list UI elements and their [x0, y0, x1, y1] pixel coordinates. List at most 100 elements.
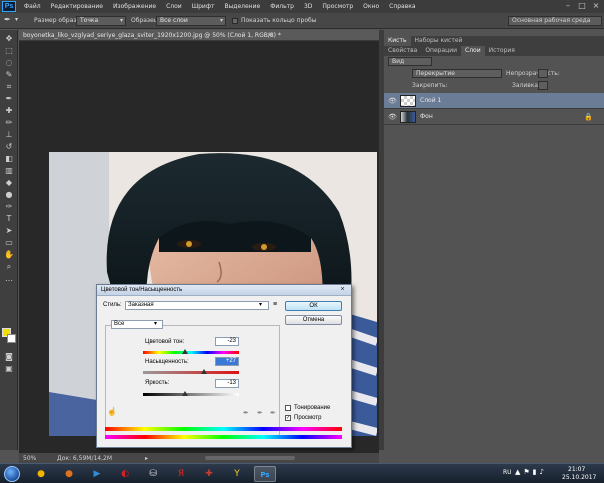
eye-icon[interactable]: 👁 — [388, 113, 397, 121]
menu-3d[interactable]: 3D — [299, 3, 317, 10]
layer-filter-select[interactable]: Вид — [388, 57, 432, 66]
app-7-taskbar-icon[interactable]: ✚ — [198, 466, 220, 482]
screen-mode-icon[interactable]: ▣ — [3, 364, 15, 374]
hand-tool-icon[interactable]: ✋ — [3, 250, 15, 260]
menu-window[interactable]: Окно — [358, 3, 384, 10]
hue-slider-thumb[interactable] — [181, 349, 188, 354]
tool-preset-chevron-icon[interactable]: ▾ — [15, 16, 18, 23]
eyedropper-minus-icon[interactable]: ✒ — [270, 409, 276, 417]
tab-actions[interactable]: Операции — [421, 46, 461, 56]
move-tool-icon[interactable]: ✥ — [3, 34, 15, 44]
preview-checkbox[interactable]: ✓ — [285, 415, 291, 421]
saturation-field[interactable]: +27 — [215, 357, 239, 366]
hue-slider-track[interactable] — [143, 351, 239, 354]
menu-help[interactable]: Справка — [384, 3, 420, 10]
document-tab[interactable]: boyonetka_liko_vzglyad_seriye_glaza_svit… — [19, 30, 379, 41]
menu-type[interactable]: Шрифт — [187, 3, 220, 10]
workspace-select[interactable]: Основная рабочая среда — [508, 16, 602, 26]
minimize-icon[interactable]: – — [562, 1, 574, 11]
menu-layer[interactable]: Слои — [161, 3, 187, 10]
preset-chevron-icon[interactable]: ▾ — [259, 301, 262, 308]
quick-mask-icon[interactable]: ◙ — [3, 352, 15, 362]
eyedropper-tool-icon[interactable]: ✒ — [4, 15, 11, 24]
type-tool-icon[interactable]: T — [3, 214, 15, 224]
fill-field[interactable] — [538, 81, 548, 90]
layer-row[interactable]: 👁 Слой 1 — [384, 93, 604, 109]
path-select-tool-icon[interactable]: ➤ — [3, 226, 15, 236]
menu-edit[interactable]: Редактирование — [46, 3, 108, 10]
opera-taskbar-icon[interactable]: ◐ — [114, 466, 136, 482]
eyedropper-tool-icon[interactable]: ✒ — [3, 94, 15, 104]
history-brush-tool-icon[interactable]: ↺ — [3, 142, 15, 152]
gradient-tool-icon[interactable]: ▥ — [3, 166, 15, 176]
input-language[interactable]: RU — [503, 469, 512, 476]
menu-image[interactable]: Изображение — [108, 3, 161, 10]
saturation-slider-thumb[interactable] — [200, 369, 207, 374]
colorize-checkbox[interactable] — [285, 405, 291, 411]
chrome-taskbar-icon[interactable]: ● — [30, 466, 52, 482]
zoom-level[interactable]: 50% — [23, 455, 36, 462]
close-document-icon[interactable]: × — [267, 31, 273, 39]
dialog-close-icon[interactable]: × — [337, 286, 348, 294]
menu-file[interactable]: Файл — [19, 3, 46, 10]
blur-tool-icon[interactable]: ◆ — [3, 178, 15, 188]
pen-tool-icon[interactable]: ✑ — [3, 202, 15, 212]
yandex-taskbar-icon[interactable]: Y — [226, 466, 248, 482]
tray-icons[interactable]: ▲⚑▮♪ — [515, 468, 547, 476]
eraser-tool-icon[interactable]: ◧ — [3, 154, 15, 164]
saturation-slider-track[interactable] — [143, 371, 239, 374]
preset-select[interactable]: Заказная — [125, 301, 269, 310]
on-image-adjust-hand-icon[interactable]: ☝ — [107, 407, 117, 416]
sample-size-select[interactable]: Точка — [76, 16, 126, 26]
maximize-icon[interactable]: □ — [576, 1, 588, 11]
eyedropper-icon[interactable]: ✒ — [243, 409, 249, 417]
eyedropper-plus-icon[interactable]: ✒ — [257, 409, 263, 417]
media-player-taskbar-icon[interactable]: ▶ — [86, 466, 108, 482]
lightness-slider-track[interactable] — [143, 393, 239, 396]
yandex-browser-taskbar-icon[interactable]: Я — [170, 466, 192, 482]
lasso-tool-icon[interactable]: ◌ — [3, 58, 15, 68]
layer-name[interactable]: Фон — [420, 113, 433, 120]
cancel-button[interactable]: Отмена — [285, 315, 342, 325]
show-ring-checkbox[interactable] — [232, 18, 238, 24]
clock-time[interactable]: 21:07 — [568, 466, 585, 473]
tab-history[interactable]: История — [485, 46, 519, 56]
status-menu-icon[interactable]: ▸ — [145, 455, 148, 462]
hue-field[interactable]: -23 — [215, 337, 239, 346]
horizontal-scrollbar[interactable] — [205, 456, 295, 460]
edit-toolbar-icon[interactable]: … — [3, 274, 15, 284]
quick-select-tool-icon[interactable]: ✎ — [3, 70, 15, 80]
blend-mode-select[interactable]: Перекрытие — [412, 69, 502, 78]
brush-tool-icon[interactable]: ✏ — [3, 118, 15, 128]
lightness-field[interactable]: -13 — [215, 379, 239, 388]
background-color-swatch[interactable] — [7, 334, 16, 343]
yandex-disk-taskbar-icon[interactable]: ⛁ — [142, 466, 164, 482]
opacity-field[interactable] — [538, 69, 548, 78]
start-button[interactable] — [4, 466, 20, 482]
tab-brush-presets[interactable]: Наборы кистей — [411, 36, 467, 46]
close-icon[interactable]: × — [590, 1, 602, 11]
layer-row[interactable]: 👁 Фон 🔒 — [384, 109, 604, 125]
ok-button[interactable]: ОК — [285, 301, 342, 311]
clock-date[interactable]: 25.10.2017 — [562, 474, 596, 481]
firefox-taskbar-icon[interactable]: ● — [58, 466, 80, 482]
marquee-tool-icon[interactable]: ⬚ — [3, 46, 15, 56]
eye-icon[interactable]: 👁 — [388, 97, 397, 105]
menu-filter[interactable]: Фильтр — [265, 3, 299, 10]
lightness-slider-thumb[interactable] — [181, 391, 188, 396]
zoom-tool-icon[interactable]: ⌕ — [3, 262, 15, 272]
clone-stamp-tool-icon[interactable]: ⊥ — [3, 130, 15, 140]
sample-layers-select[interactable]: Все слои — [156, 16, 226, 26]
layer-name[interactable]: Слой 1 — [420, 97, 441, 104]
shape-tool-icon[interactable]: ▭ — [3, 238, 15, 248]
tab-layers[interactable]: Слои — [461, 46, 485, 56]
crop-tool-icon[interactable]: ⌗ — [3, 82, 15, 92]
dodge-tool-icon[interactable]: ● — [3, 190, 15, 200]
menu-select[interactable]: Выделение — [219, 3, 265, 10]
channel-chevron-icon[interactable]: ▾ — [154, 320, 157, 327]
tab-properties[interactable]: Свойства — [384, 46, 421, 56]
preset-options-icon[interactable]: ≡ — [273, 301, 277, 308]
healing-brush-tool-icon[interactable]: ✚ — [3, 106, 15, 116]
photoshop-taskbar-icon[interactable]: Ps — [254, 466, 276, 482]
tab-brush[interactable]: Кисть — [384, 36, 411, 46]
